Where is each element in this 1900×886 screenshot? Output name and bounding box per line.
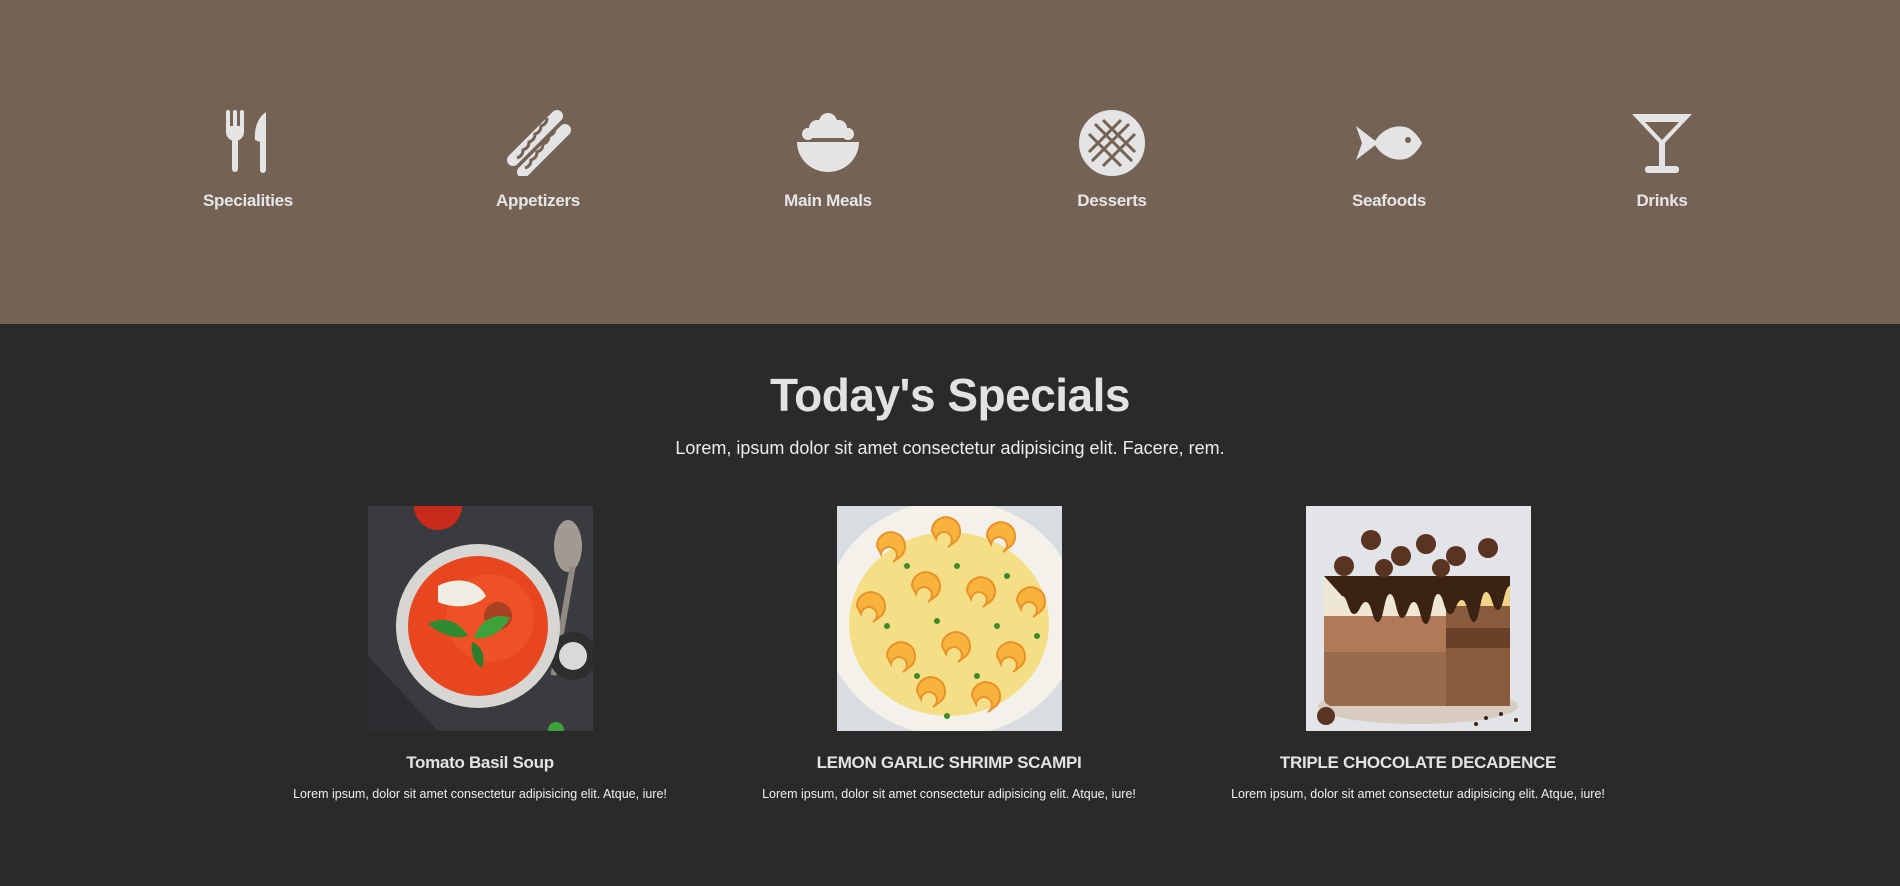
special-card[interactable]: LEMON GARLIC SHRIMP SCAMPI Lorem ipsum, … bbox=[729, 506, 1169, 801]
category-main-meals[interactable]: Main Meals bbox=[728, 110, 928, 211]
category-label: Appetizers bbox=[496, 191, 580, 210]
category-seafoods[interactable]: Seafoods bbox=[1289, 110, 1489, 211]
category-bar: Specialities Appetizers Main Meals Desse… bbox=[0, 0, 1900, 324]
special-card[interactable]: TRIPLE CHOCOLATE DECADENCE Lorem ipsum, … bbox=[1198, 506, 1638, 801]
fish-icon bbox=[1354, 110, 1424, 176]
section-title: Today's Specials bbox=[769, 369, 1131, 421]
shrimp-scampi-image bbox=[836, 506, 1062, 731]
pie-icon bbox=[1077, 110, 1147, 176]
special-description: Lorem ipsum, dolor sit amet consectetur … bbox=[1231, 787, 1605, 801]
special-name: Tomato Basil Soup bbox=[406, 753, 554, 772]
category-appetizers[interactable]: Appetizers bbox=[438, 110, 638, 211]
category-label: Desserts bbox=[1077, 191, 1147, 210]
hotdog-icon bbox=[503, 110, 573, 176]
cocktail-icon bbox=[1627, 110, 1697, 176]
special-name: LEMON GARLIC SHRIMP SCAMPI bbox=[816, 753, 1082, 772]
section-subtitle: Lorem, ipsum dolor sit amet consectetur … bbox=[675, 438, 1225, 458]
special-description: Lorem ipsum, dolor sit amet consectetur … bbox=[762, 787, 1136, 801]
category-label: Main Meals bbox=[784, 191, 872, 210]
category-drinks[interactable]: Drinks bbox=[1562, 110, 1762, 211]
category-label: Drinks bbox=[1636, 191, 1688, 210]
rice-bowl-icon bbox=[793, 110, 863, 176]
category-desserts[interactable]: Desserts bbox=[1012, 110, 1212, 211]
special-name: TRIPLE CHOCOLATE DECADENCE bbox=[1279, 753, 1557, 772]
category-specialities[interactable]: Specialities bbox=[148, 110, 348, 211]
tomato-soup-image bbox=[367, 506, 593, 731]
special-description: Lorem ipsum, dolor sit amet consectetur … bbox=[293, 787, 667, 801]
specials-section: Today's Specials Lorem, ipsum dolor sit … bbox=[0, 324, 1900, 886]
special-card[interactable]: Tomato Basil Soup Lorem ipsum, dolor sit… bbox=[260, 506, 700, 801]
category-label: Specialities bbox=[203, 191, 293, 210]
utensils-icon bbox=[213, 110, 283, 176]
category-label: Seafoods bbox=[1351, 191, 1427, 210]
chocolate-cake-image bbox=[1305, 506, 1531, 731]
